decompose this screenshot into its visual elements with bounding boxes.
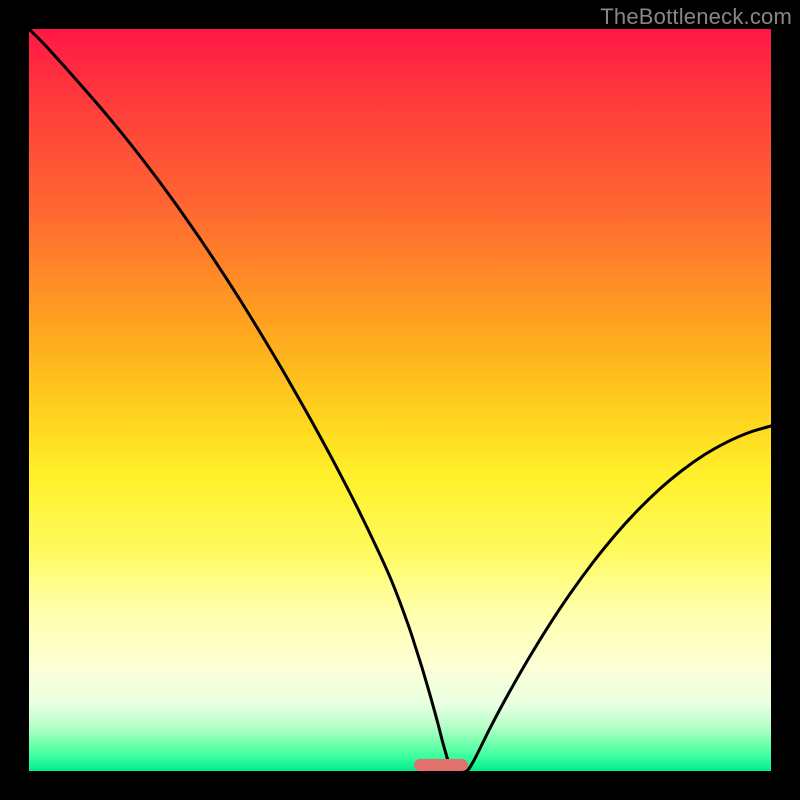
curve-path [29, 29, 771, 771]
chart-frame: TheBottleneck.com [0, 0, 800, 800]
optimal-range-marker [414, 759, 468, 771]
plot-area [29, 29, 771, 771]
watermark-text: TheBottleneck.com [600, 4, 792, 30]
bottleneck-curve [29, 29, 771, 771]
